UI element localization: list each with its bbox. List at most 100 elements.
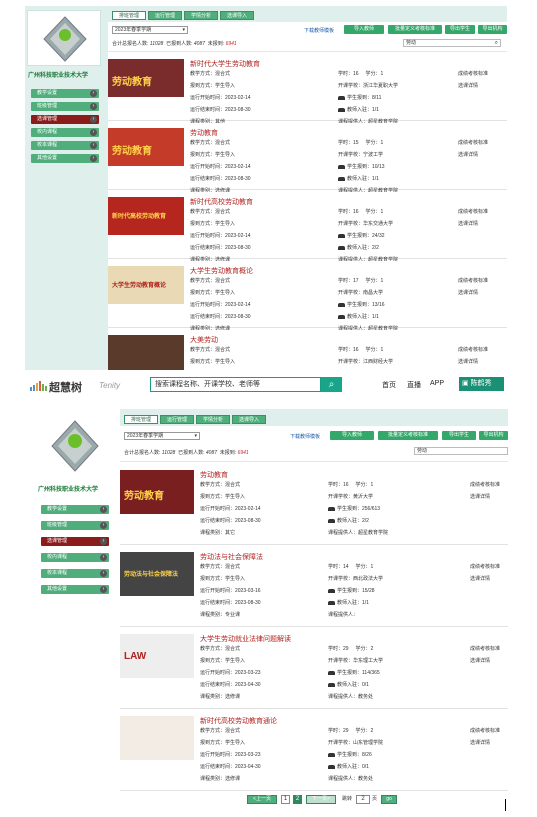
- sidebar: 广州科技职业技术大学 教学设置 › 班级管理 › 选课管理 › 校内课程 › 校本课程 ›…: [25, 6, 105, 370]
- nav-course-selection[interactable]: 选课管理 ›: [41, 537, 109, 546]
- nav-home[interactable]: 首页: [382, 380, 396, 390]
- course-card[interactable]: 新时代高校劳动教育通论 教学方式：混合式 报到方式：学生导入 运行开始时间：2023-…: [120, 711, 508, 791]
- page-2-button[interactable]: 2: [293, 795, 302, 804]
- course-thumbnail[interactable]: 劳动教育: [108, 128, 184, 166]
- search-button[interactable]: ⌕: [321, 377, 342, 392]
- selection-details-link[interactable]: 选课详情: [458, 356, 488, 368]
- nav-campus-courses[interactable]: 校本课程 ›: [41, 569, 109, 578]
- next-page-button[interactable]: 下一页>: [306, 795, 336, 804]
- chevron-right-icon: ›: [90, 155, 97, 162]
- term-select[interactable]: 2023年春季学期 ▾: [124, 432, 200, 440]
- course-card[interactable]: 劳动教育 劳动教育 教学方式：混合式 报到方式：学生导入 运行开始时间：2023-02-…: [108, 123, 507, 194]
- nav-school-courses[interactable]: 校内课程 ›: [31, 128, 99, 137]
- download-teacher-template-link[interactable]: 下载教师模板: [290, 433, 320, 440]
- selection-details-link[interactable]: 选课详情: [458, 80, 488, 92]
- course-thumbnail[interactable]: 劳动教育: [120, 470, 194, 514]
- grading-standard-link[interactable]: 成绩考核标准: [470, 479, 500, 491]
- grading-standard-link[interactable]: 成绩考核标准: [470, 561, 500, 573]
- brand-name[interactable]: 超慧树: [49, 379, 82, 395]
- tab-analysis[interactable]: 学情分析: [196, 415, 231, 424]
- grading-standard-link[interactable]: 成绩考核标准: [458, 275, 488, 287]
- course-credits: 学分：1: [365, 347, 384, 353]
- selection-details-link[interactable]: 选课详情: [470, 491, 500, 503]
- term-select[interactable]: 2023年春季学期 ▾: [112, 26, 188, 34]
- grading-standard-link[interactable]: 成绩考核标准: [458, 344, 488, 356]
- download-teacher-template-link[interactable]: 下载教师模板: [304, 27, 334, 34]
- global-search-input[interactable]: 搜索课程名称、开课学校、老师等: [150, 377, 321, 392]
- selection-details-link[interactable]: 选课详情: [458, 149, 488, 161]
- nav-label: 校内课程: [37, 129, 58, 135]
- nav-campus-courses[interactable]: 校本课程 ›: [31, 141, 99, 150]
- prev-page-button[interactable]: <上一页: [247, 795, 277, 804]
- course-thumbnail[interactable]: [120, 716, 194, 760]
- course-thumbnail[interactable]: 劳动法与社会保障法: [120, 552, 194, 596]
- export-institution-button[interactable]: 导出机构: [478, 25, 507, 34]
- go-button[interactable]: go: [381, 795, 397, 804]
- tab-operation[interactable]: 运行管理: [148, 11, 183, 20]
- teaching-mode: 教学方式：混合式: [200, 728, 241, 734]
- nav-course-selection[interactable]: 选课管理 ›: [31, 115, 99, 124]
- grading-standard-link[interactable]: 成绩考核标准: [458, 206, 488, 218]
- nav-other-settings[interactable]: 其他设置 ›: [41, 585, 109, 594]
- course-provider: 课程提供人：教务处: [328, 776, 374, 782]
- batch-define-standard-button[interactable]: 批量定义考核标准: [378, 431, 438, 440]
- nav-class-management[interactable]: 班级管理 ›: [31, 102, 99, 111]
- nav-other-settings[interactable]: 其他设置 ›: [31, 154, 99, 163]
- search-icon[interactable]: ⌕: [495, 40, 498, 47]
- grading-standard-link[interactable]: 成绩考核标准: [458, 68, 488, 80]
- export-institution-button[interactable]: 导出机构: [479, 431, 508, 440]
- course-search-input[interactable]: 劳动 ⌕: [403, 39, 501, 47]
- nav-live[interactable]: 直播: [407, 380, 421, 390]
- import-teachers-button[interactable]: 导入教师: [344, 25, 384, 34]
- course-info-left: 教学方式：混合式 报到方式：学生导入 运行开始时间：2023-02-14 运行结束时间…: [190, 275, 251, 335]
- course-thumbnail[interactable]: LAW: [120, 634, 194, 678]
- import-teachers-button[interactable]: 导入教师: [330, 431, 374, 440]
- tab-import[interactable]: 选课导入: [220, 11, 255, 20]
- nav-class-management[interactable]: 班级管理 ›: [41, 521, 109, 530]
- end-time: 运行结束时间：2023-08-30: [200, 600, 261, 606]
- course-card[interactable]: 劳动法与社会保障法 劳动法与社会保障法 教学方式：混合式 报到方式：学生导入 运行开始时…: [120, 547, 508, 627]
- report-mode: 报到方式：学生导入: [190, 221, 236, 227]
- course-actions: 成绩考核标准 选课详情: [458, 68, 488, 92]
- tab-schedule[interactable]: 排班管理: [124, 415, 159, 424]
- course-card[interactable]: LAW 大学生劳动就业法律问题解读 教学方式：混合式 报到方式：学生导入 运行开始时间：…: [120, 629, 508, 709]
- grading-standard-link[interactable]: 成绩考核标准: [458, 137, 488, 149]
- course-card[interactable]: 劳动教育 劳动教育 教学方式：混合式 报到方式：学生导入 运行开始时间：2023-02-…: [120, 465, 508, 545]
- course-thumbnail[interactable]: 大学生劳动教育概论: [108, 266, 184, 304]
- nav-teaching-settings[interactable]: 教学设置 ›: [31, 89, 99, 98]
- course-thumbnail[interactable]: 劳动教育: [108, 59, 184, 97]
- selection-details-link[interactable]: 选课详情: [470, 573, 500, 585]
- export-students-button[interactable]: 导出学生: [445, 25, 475, 34]
- tab-import[interactable]: 选课导入: [232, 415, 267, 424]
- selection-details-link[interactable]: 选课详情: [458, 218, 488, 230]
- course-card[interactable]: 新时代高校劳动教育 新时代高校劳动教育 教学方式：混合式 报到方式：学生导入 运行开始时…: [108, 192, 507, 263]
- chevron-right-icon: ›: [100, 506, 107, 513]
- user-menu-button[interactable]: ▣ 陈鹤秀: [459, 377, 504, 391]
- enroll-value: 学生报到：10/13: [347, 164, 385, 170]
- chevron-down-icon: ▾: [182, 27, 185, 33]
- course-card[interactable]: 大学生劳动教育概论 大学生劳动教育概论 教学方式：混合式 报到方式：学生导入 运行开始时…: [108, 261, 507, 332]
- nav-label: 教学设置: [47, 506, 68, 512]
- grading-standard-link[interactable]: 成绩考核标准: [470, 643, 500, 655]
- tab-analysis[interactable]: 学情分析: [184, 11, 219, 20]
- nav-school-courses[interactable]: 校内课程 ›: [41, 553, 109, 562]
- page-jump-input[interactable]: 2: [356, 795, 370, 804]
- student-enrollment: 学生报到：24/32: [338, 230, 398, 242]
- nav-app[interactable]: APP: [430, 380, 444, 387]
- course-card[interactable]: 大美劳动教学方式：混合式报到方式：学生导入运行开始时间：2023-02-14学时…: [108, 330, 507, 370]
- nav-teaching-settings[interactable]: 教学设置 ›: [41, 505, 109, 514]
- selection-details-link[interactable]: 选课详情: [470, 655, 500, 667]
- batch-define-standard-button[interactable]: 批量定义考核标准: [388, 25, 442, 34]
- export-students-button[interactable]: 导出学生: [442, 431, 476, 440]
- course-search-input[interactable]: 劳动: [414, 447, 508, 455]
- selection-details-link[interactable]: 选课详情: [458, 287, 488, 299]
- tab-operation[interactable]: 运行管理: [160, 415, 195, 424]
- thumbnail-caption: 劳动法与社会保障法: [124, 572, 179, 578]
- page-1-button[interactable]: 1: [281, 795, 290, 804]
- grading-standard-link[interactable]: 成绩考核标准: [470, 725, 500, 737]
- selection-details-link[interactable]: 选课详情: [470, 737, 500, 749]
- course-thumbnail[interactable]: 新时代高校劳动教育: [108, 197, 184, 235]
- course-thumbnail[interactable]: [108, 335, 184, 370]
- tab-schedule[interactable]: 排班管理: [112, 11, 147, 20]
- course-card[interactable]: 劳动教育 新时代大学生劳动教育 教学方式：混合式 报到方式：学生导入 运行开始时间：20…: [108, 54, 507, 125]
